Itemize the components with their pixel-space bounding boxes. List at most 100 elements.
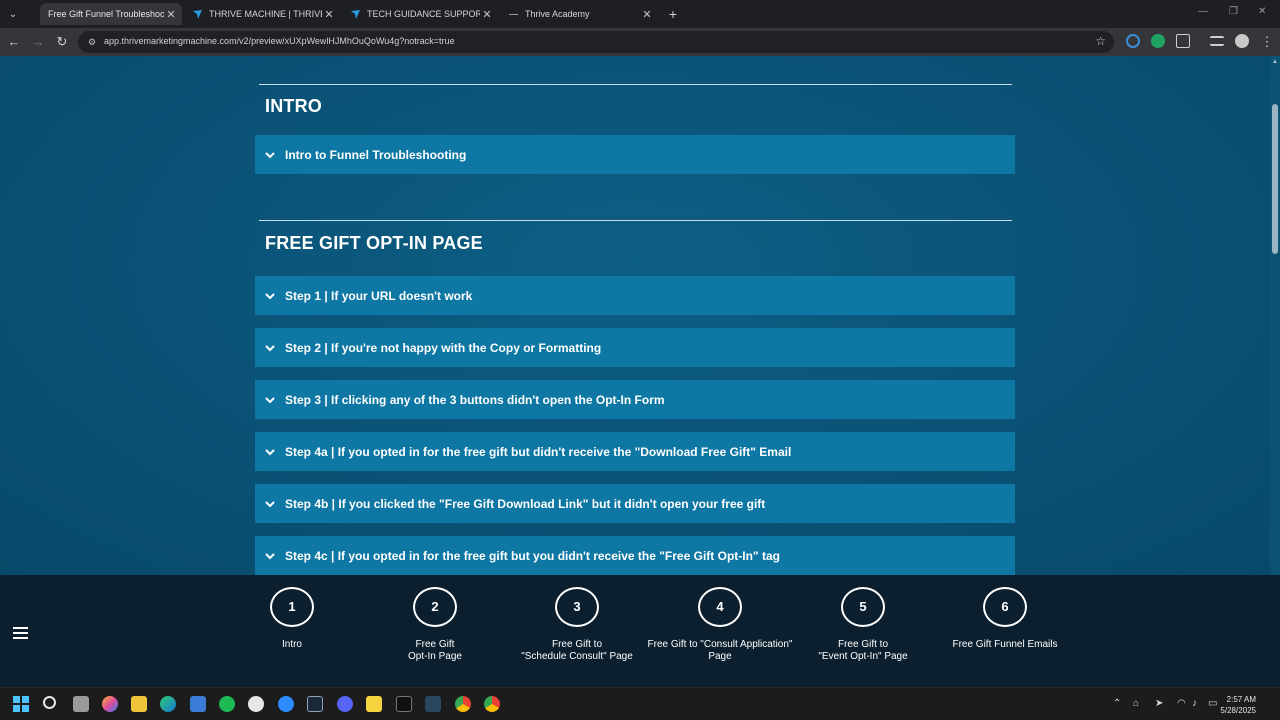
location-icon[interactable]: ➤: [1155, 698, 1163, 709]
section-divider: [259, 84, 1012, 85]
minimize-icon[interactable]: —: [1198, 6, 1208, 17]
thrive-logo-icon: [192, 9, 203, 20]
steam-icon[interactable]: [307, 696, 323, 712]
chevron-down-icon: [265, 447, 275, 457]
section-title-free-gift: FREE GIFT OPT-IN PAGE: [265, 233, 483, 253]
accordion-item-step-4c[interactable]: Step 4c | If you opted in for the free g…: [255, 536, 1015, 575]
close-window-icon[interactable]: ✕: [1258, 6, 1266, 17]
windows-start-icon[interactable]: [13, 696, 29, 712]
tab-title: Thrive Academy: [525, 9, 590, 19]
file-explorer-icon[interactable]: [131, 696, 147, 712]
back-icon[interactable]: ←: [5, 33, 23, 51]
accordion-item-step-2[interactable]: Step 2 | If you're not happy with the Co…: [255, 328, 1015, 367]
chevron-down-icon: [265, 343, 275, 353]
step-caption: Intro: [281, 639, 302, 650]
url-text[interactable]: app.thrivemarketingmachine.com/v2/previe…: [104, 36, 455, 46]
dash-icon: [508, 9, 519, 20]
bookmark-star-icon[interactable]: ☆: [1095, 34, 1106, 48]
zoom-icon[interactable]: [278, 696, 294, 712]
tab-close-icon[interactable]: ✕: [164, 8, 178, 21]
step-nav-3[interactable]: 3 Free Gift to "Schedule Consult" Page: [502, 587, 652, 663]
scroll-up-icon[interactable]: ▲: [1271, 59, 1279, 65]
terminal-app-icon[interactable]: [396, 696, 412, 712]
accordion-item-intro[interactable]: Intro to Funnel Troubleshooting: [255, 135, 1015, 174]
tab-close-icon[interactable]: ✕: [640, 8, 654, 21]
tab-close-icon[interactable]: ✕: [322, 8, 336, 21]
thrive-logo-icon: [350, 9, 361, 20]
extensions-puzzle-icon[interactable]: [1176, 34, 1190, 48]
clock-time: 2:57 AM: [1226, 695, 1256, 704]
extension-refresh-icon[interactable]: [1126, 34, 1140, 48]
page-scrollbar[interactable]: ▲: [1270, 56, 1280, 575]
accordion-label: Step 3 | If clicking any of the 3 button…: [285, 392, 665, 407]
browser-tab-strip: ⌄ Free Gift Funnel Troubleshootin ✕ THRI…: [0, 0, 1280, 28]
scrollbar-thumb[interactable]: [1272, 104, 1278, 254]
browser-menu-icon[interactable]: ⋮: [1258, 33, 1276, 51]
chevron-down-icon: [265, 291, 275, 301]
chrome-icon[interactable]: [455, 696, 471, 712]
battery-icon[interactable]: ▭: [1208, 698, 1217, 709]
section-divider: [259, 220, 1012, 221]
grammarly-icon[interactable]: [1151, 34, 1165, 48]
store-icon[interactable]: [190, 696, 206, 712]
volume-icon[interactable]: ♪: [1192, 698, 1197, 709]
tab-close-icon[interactable]: ✕: [480, 8, 494, 21]
step-nav-4[interactable]: 4 Free Gift to "Consult Application" Pag…: [645, 587, 795, 663]
chevron-down-icon: [265, 150, 275, 160]
accordion-item-step-3[interactable]: Step 3 | If clicking any of the 3 button…: [255, 380, 1015, 419]
reading-list-icon[interactable]: [1210, 36, 1224, 46]
tab-title: Free Gift Funnel Troubleshootin: [48, 9, 164, 19]
step-nav-5[interactable]: 5 Free Gift to "Event Opt-In" Page: [788, 587, 938, 663]
site-info-icon[interactable]: ⚙: [86, 36, 98, 48]
taskbar-clock[interactable]: 2:57 AM 5/28/2025: [1220, 694, 1256, 716]
tray-chevron-up-icon[interactable]: ⌃: [1113, 698, 1121, 709]
clock-date: 5/28/2025: [1220, 706, 1256, 715]
new-tab-button[interactable]: +: [664, 5, 682, 23]
accordion-label: Step 4c | If you opted in for the free g…: [285, 548, 780, 563]
task-view-icon[interactable]: [73, 696, 89, 712]
accordion-label: Step 1 | If your URL doesn't work: [285, 288, 473, 303]
copilot-icon[interactable]: [102, 696, 118, 712]
accordion-item-step-4b[interactable]: Step 4b | If you clicked the "Free Gift …: [255, 484, 1015, 523]
accordion-item-step-4a[interactable]: Step 4a | If you opted in for the free g…: [255, 432, 1015, 471]
browser-toolbar: ← → ↻ ⚙ app.thrivemarketingmachine.com/v…: [0, 28, 1280, 56]
steam-icon-2[interactable]: [425, 696, 441, 712]
step-number-circle: 2: [413, 587, 457, 627]
accordion-item-step-1[interactable]: Step 1 | If your URL doesn't work: [255, 276, 1015, 315]
sticky-notes-icon[interactable]: [366, 696, 382, 712]
browser-tab-1[interactable]: Free Gift Funnel Troubleshootin ✕: [40, 3, 182, 25]
step-navigation-bar: 1 Intro 2 Free Gift Opt-In Page 3 Free G…: [0, 575, 1280, 687]
step-number-circle: 4: [698, 587, 742, 627]
step-nav-6[interactable]: 6 Free Gift Funnel Emails: [930, 587, 1080, 651]
search-icon[interactable]: [43, 696, 56, 709]
tab-title: TECH GUIDANCE SUPPORT BOA: [367, 9, 480, 19]
hamburger-menu-icon[interactable]: [13, 627, 29, 641]
restore-icon[interactable]: ❐: [1229, 6, 1238, 17]
step-number-circle: 3: [555, 587, 599, 627]
reload-icon[interactable]: ↻: [53, 33, 71, 51]
tray-app-icon[interactable]: ⌂: [1133, 698, 1139, 709]
accordion-label: Step 4a | If you opted in for the free g…: [285, 444, 792, 459]
chrome-profile-icon[interactable]: [484, 696, 500, 712]
spotify-icon[interactable]: [219, 696, 235, 712]
step-nav-1[interactable]: 1 Intro: [217, 587, 367, 651]
step-caption: Free Gift Opt-In Page: [408, 639, 462, 662]
address-bar[interactable]: ⚙ app.thrivemarketingmachine.com/v2/prev…: [78, 31, 1114, 53]
browser-tab-3[interactable]: TECH GUIDANCE SUPPORT BOA ✕: [342, 3, 498, 25]
edge-icon[interactable]: [160, 696, 176, 712]
chevron-down-icon: [265, 551, 275, 561]
chevron-down-icon: [265, 499, 275, 509]
step-number-circle: 5: [841, 587, 885, 627]
page-content: INTRO Intro to Funnel Troubleshooting FR…: [0, 56, 1270, 575]
browser-tab-4[interactable]: Thrive Academy ✕: [500, 3, 658, 25]
tab-search-icon[interactable]: ⌄: [4, 5, 22, 23]
forward-icon[interactable]: →: [29, 33, 47, 51]
browser-tab-2[interactable]: THRIVE MACHINE | THRIVE ACAD ✕: [184, 3, 340, 25]
step-number-circle: 1: [270, 587, 314, 627]
step-nav-2[interactable]: 2 Free Gift Opt-In Page: [360, 587, 510, 663]
profile-avatar[interactable]: [1235, 34, 1249, 48]
app-d-icon[interactable]: [248, 696, 264, 712]
wifi-icon[interactable]: ◠: [1177, 698, 1186, 709]
discord-icon[interactable]: [337, 696, 353, 712]
step-number-circle: 6: [983, 587, 1027, 627]
